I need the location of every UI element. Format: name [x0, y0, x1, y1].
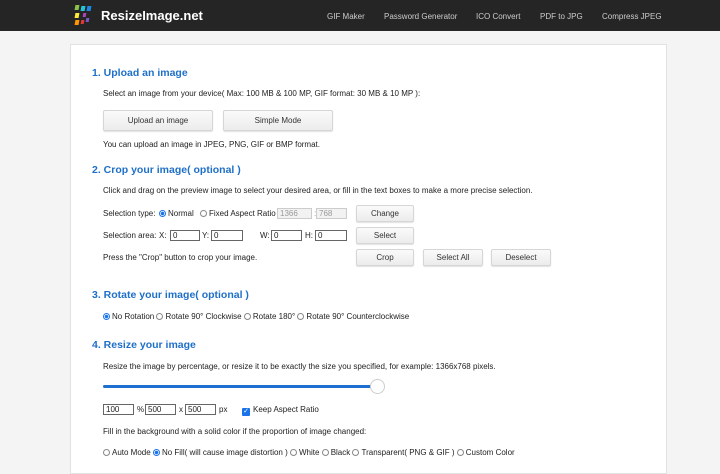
ratio-width-input[interactable]: 1366 [277, 208, 312, 219]
nav-pdf-to-jpg[interactable]: PDF to JPG [540, 12, 583, 21]
percent-unit: % [137, 405, 145, 414]
option-label: Rotate 90° Clockwise [165, 312, 242, 321]
transparent-radio[interactable]: Transparent( PNG & GIF ) [352, 448, 455, 457]
resize-slider-track[interactable] [103, 385, 377, 388]
selection-area-label: Selection area: [103, 231, 157, 240]
x-separator: x [179, 405, 183, 414]
option-label: No Rotation [112, 312, 155, 321]
fill-options: Auto Mode No Fill( will cause image dist… [103, 448, 515, 457]
keep-aspect-label: Keep Aspect Ratio [253, 405, 319, 414]
crop-button[interactable]: Crop [356, 249, 414, 266]
x-input[interactable]: 0 [170, 230, 200, 241]
rotate-90-cw-radio[interactable]: Rotate 90° Clockwise [156, 312, 242, 321]
option-label: No Fill( will cause image distortion ) [161, 448, 288, 457]
ratio-height-input[interactable]: 768 [316, 208, 347, 219]
deselect-button[interactable]: Deselect [491, 249, 551, 266]
radio-icon [297, 313, 305, 320]
nav-gif-maker[interactable]: GIF Maker [327, 12, 365, 21]
option-label: Auto Mode [112, 448, 151, 457]
normal-radio[interactable]: Normal [159, 209, 194, 218]
radio-icon [103, 449, 110, 456]
y-input[interactable]: 0 [211, 230, 243, 241]
rotate-heading: 3. Rotate your image( optional ) [92, 289, 249, 301]
simple-mode-button[interactable]: Simple Mode [223, 110, 333, 131]
crop-heading: 2. Crop your image( optional ) [92, 164, 241, 176]
selection-type-label: Selection type: [103, 209, 156, 218]
resize-slider-handle[interactable] [370, 379, 385, 394]
auto-mode-radio[interactable]: Auto Mode [103, 448, 151, 457]
w-label: W: [260, 231, 270, 240]
option-label: Transparent( PNG & GIF ) [361, 448, 455, 457]
brand-name[interactable]: ResizeImage.net [101, 8, 203, 23]
y-label: Y: [202, 231, 210, 240]
no-rotation-radio[interactable]: No Rotation [103, 312, 154, 321]
custom-color-radio[interactable]: Custom Color [456, 448, 515, 457]
option-label: Rotate 180° [252, 312, 296, 321]
nav-ico-convert[interactable]: ICO Convert [476, 12, 520, 21]
h-input[interactable]: 0 [315, 230, 347, 241]
rotate-180-radio[interactable]: Rotate 180° [243, 312, 296, 321]
percent-input[interactable]: 100 [103, 404, 134, 415]
nav-compress-jpeg[interactable]: Compress JPEG [602, 12, 662, 21]
option-label: Custom Color [465, 448, 515, 457]
px-unit: px [219, 405, 228, 414]
keep-aspect-checkbox[interactable]: ✓ Keep Aspect Ratio [242, 405, 319, 416]
radio-checked-icon [152, 449, 160, 456]
fixed-aspect-label: Fixed Aspect Ratio [209, 209, 276, 218]
radio-checked-icon [103, 313, 110, 320]
height-input[interactable]: 500 [185, 404, 216, 415]
upload-description: Select an image from your device( Max: 1… [103, 89, 421, 98]
option-label: Black [330, 448, 351, 457]
w-input[interactable]: 0 [271, 230, 302, 241]
rotate-options: No Rotation Rotate 90° Clockwise Rotate … [103, 312, 409, 321]
upload-format-note: You can upload an image in JPEG, PNG, GI… [103, 140, 320, 149]
x-label: X: [159, 231, 167, 240]
top-header: ResizeImage.net GIF Maker Password Gener… [0, 0, 720, 31]
black-radio[interactable]: Black [321, 448, 351, 457]
change-button[interactable]: Change [356, 205, 414, 222]
radio-icon [156, 313, 164, 320]
option-label: Rotate 90° Counterclockwise [306, 312, 410, 321]
crop-description: Click and drag on the preview image to s… [103, 186, 533, 195]
radio-icon [321, 449, 329, 456]
option-label: White [299, 448, 320, 457]
h-label: H: [305, 231, 313, 240]
fixed-aspect-radio[interactable]: Fixed Aspect Ratio [200, 209, 276, 218]
no-fill-radio[interactable]: No Fill( will cause image distortion ) [152, 448, 288, 457]
upload-image-button[interactable]: Upload an image [103, 110, 213, 131]
resize-heading: 4. Resize your image [92, 339, 196, 351]
select-button[interactable]: Select [356, 227, 414, 244]
normal-label: Normal [168, 209, 194, 218]
resize-description: Resize the image by percentage, or resiz… [103, 362, 496, 371]
logo-icon[interactable] [74, 5, 94, 25]
radio-icon [200, 210, 207, 217]
radio-icon [352, 449, 360, 456]
upload-heading: 1. Upload an image [92, 67, 188, 79]
fill-description: Fill in the background with a solid colo… [103, 427, 367, 436]
select-all-button[interactable]: Select All [423, 249, 483, 266]
radio-icon [290, 449, 297, 456]
crop-note: Press the "Crop" button to crop your ima… [103, 253, 258, 262]
rotate-90-ccw-radio[interactable]: Rotate 90° Counterclockwise [297, 312, 409, 321]
width-input[interactable]: 500 [145, 404, 176, 415]
radio-checked-icon [159, 210, 166, 217]
white-radio[interactable]: White [290, 448, 319, 457]
radio-icon [243, 313, 251, 320]
nav-password-generator[interactable]: Password Generator [384, 12, 457, 21]
checkmark-icon: ✓ [242, 408, 250, 416]
radio-icon [456, 449, 464, 456]
